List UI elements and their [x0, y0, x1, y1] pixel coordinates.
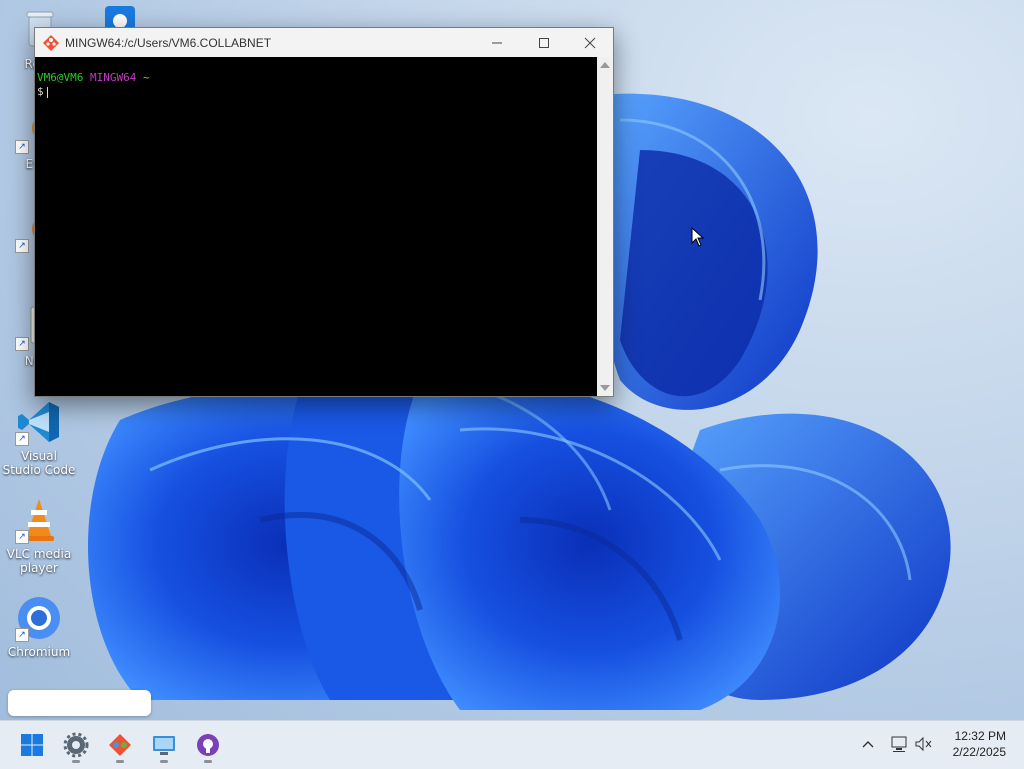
- scroll-up-arrow-icon[interactable]: [600, 62, 610, 68]
- title-bar[interactable]: MINGW64:/c/Users/VM6.COLLABNET: [35, 28, 613, 57]
- chromium-icon: ↗: [15, 594, 63, 642]
- close-icon: [584, 37, 596, 48]
- running-indicator: [160, 760, 168, 763]
- volume-muted-icon[interactable]: [913, 733, 935, 755]
- start-button[interactable]: [14, 727, 50, 763]
- taskbar: 12:32 PM 2/22/2025: [0, 720, 1024, 769]
- search-box[interactable]: [8, 690, 151, 716]
- network-icon[interactable]: [889, 733, 911, 755]
- clock-date: 2/22/2025: [952, 745, 1006, 759]
- taskbar-remote-desktop[interactable]: [146, 727, 182, 763]
- scroll-down-arrow-icon[interactable]: [600, 385, 610, 391]
- git-gui-icon: [109, 734, 131, 756]
- terminal-window[interactable]: MINGW64:/c/Users/VM6.COLLABNET VM6@VM6 M…: [34, 27, 614, 397]
- minimize-icon: [492, 42, 502, 43]
- shortcut-arrow-icon: ↗: [15, 530, 29, 544]
- shortcut-arrow-icon: ↗: [15, 337, 29, 351]
- input-line[interactable]: $: [37, 85, 597, 99]
- system-clock[interactable]: 12:32 PM 2/22/2025: [953, 728, 1006, 760]
- shortcut-arrow-icon: ↗: [15, 432, 29, 446]
- prompt-env: MINGW64: [89, 71, 137, 84]
- prompt-line: VM6@VM6 MINGW64 ~: [37, 71, 597, 85]
- running-indicator: [72, 760, 80, 763]
- git-bash-icon: [43, 34, 59, 51]
- window-title: MINGW64:/c/Users/VM6.COLLABNET: [65, 35, 272, 50]
- taskbar-settings[interactable]: [58, 727, 94, 763]
- shortcut-arrow-icon: ↗: [15, 239, 29, 253]
- vscode-icon: ↗: [15, 398, 63, 446]
- close-button[interactable]: [567, 28, 613, 57]
- remote-desktop-icon: [153, 736, 175, 755]
- terminal-output[interactable]: VM6@VM6 MINGW64 ~ $: [35, 57, 597, 396]
- shortcut-arrow-icon: ↗: [15, 628, 29, 642]
- github-icon: [197, 734, 219, 756]
- desktop-icon-label: Visual Studio Code: [2, 449, 76, 477]
- desktop-icon-chromium[interactable]: ↗ Chromium: [2, 594, 76, 659]
- settings-gear-icon: [63, 732, 89, 758]
- desktop-icon-label: Chromium: [7, 645, 71, 659]
- show-hidden-icons-chevron-icon[interactable]: [857, 733, 879, 755]
- minimize-button[interactable]: [474, 28, 520, 57]
- prompt-path: ~: [142, 71, 150, 84]
- desktop-icon-vlc[interactable]: ↗ VLC media player: [2, 496, 76, 575]
- shortcut-arrow-icon: ↗: [15, 140, 29, 154]
- running-indicator: [116, 760, 124, 763]
- taskbar-git-bash[interactable]: [102, 727, 138, 763]
- running-indicator: [204, 760, 212, 763]
- windows-start-icon: [21, 734, 43, 756]
- vlc-cone-icon: ↗: [15, 496, 63, 544]
- text-cursor: [46, 86, 48, 98]
- mouse-pointer-icon: [691, 227, 705, 247]
- prompt-user: VM6@VM6: [37, 71, 84, 84]
- desktop-icon-vscode[interactable]: ↗ Visual Studio Code: [2, 398, 76, 477]
- maximize-icon: [539, 37, 549, 48]
- maximize-button[interactable]: [521, 28, 567, 57]
- taskbar-github-desktop[interactable]: [190, 727, 226, 763]
- vertical-scrollbar[interactable]: [597, 57, 613, 396]
- clock-time: 12:32 PM: [954, 729, 1006, 743]
- desktop-icon-label: VLC media player: [6, 547, 72, 575]
- prompt-symbol: $: [37, 85, 44, 98]
